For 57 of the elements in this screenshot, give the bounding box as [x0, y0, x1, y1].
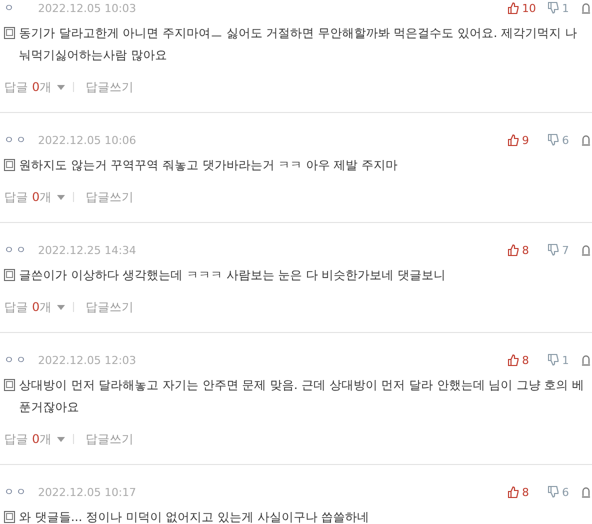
dislike-button[interactable]: 1: [548, 2, 569, 14]
comment-date: 2022.12.05 12:03: [38, 354, 136, 366]
like-button[interactable]: 8: [508, 354, 529, 366]
alarm-icon[interactable]: [582, 244, 590, 256]
alarm-icon[interactable]: [582, 134, 590, 146]
caret-icon: [56, 436, 65, 442]
alarm-icon[interactable]: [582, 486, 590, 498]
thumbs-up-icon: [508, 244, 519, 256]
author-name: ㅇ: [4, 2, 17, 15]
write-reply-link[interactable]: 답글쓰기: [86, 298, 134, 316]
comment-date: 2022.12.05 10:03: [38, 2, 136, 14]
author-name: ㅇㅇ: [4, 244, 29, 257]
write-reply-link[interactable]: 답글쓰기: [86, 78, 134, 96]
thumbs-down-icon: [548, 2, 559, 14]
alarm-icon[interactable]: [582, 354, 590, 366]
thumbs-up-icon: [508, 134, 519, 146]
comment-text: 와 댓글들... 정이나 미덕이 없어지고 있는게 사실이구나 씁쓸하네: [19, 509, 370, 524]
comment-text: 글쓴이가 이상하다 생각했는데 ㅋㅋㅋ 사람보는 눈은 다 비슷한가보네 댓글보니: [19, 267, 446, 284]
write-reply-link[interactable]: 답글쓰기: [86, 430, 134, 448]
replies-toggle[interactable]: 답글 0개: [4, 430, 65, 448]
like-button[interactable]: 8: [508, 486, 529, 498]
document-icon: [4, 511, 15, 523]
replies-toggle[interactable]: 답글 0개: [4, 298, 65, 316]
author-name: ㅇㅇ: [4, 354, 29, 367]
dislike-button[interactable]: 6: [548, 134, 569, 146]
comment-text: 상대방이 먼저 달라해놓고 자기는 안주면 문제 맞음. 근데 상대방이 먼저 달라 안했는데 님이 그냥 호의 베푼거잖아요: [19, 377, 586, 416]
alarm-icon[interactable]: [582, 2, 590, 14]
document-icon: [4, 269, 15, 281]
like-button[interactable]: 8: [508, 244, 529, 256]
replies-toggle[interactable]: 답글 0개: [4, 78, 65, 96]
thumbs-down-icon: [548, 244, 559, 256]
document-icon: [4, 27, 15, 39]
caret-icon: [56, 84, 65, 90]
comment-date: 2022.12.05 10:17: [38, 486, 136, 498]
thumbs-up-icon: [508, 486, 519, 498]
thumbs-down-icon: [548, 134, 559, 146]
caret-icon: [56, 304, 65, 310]
document-icon: [4, 159, 15, 171]
like-button[interactable]: 10: [508, 2, 536, 14]
comment-date: 2022.12.05 10:06: [38, 134, 136, 146]
author-name: ㅇㅇ: [4, 486, 29, 499]
replies-toggle[interactable]: 답글 0개: [4, 188, 65, 206]
thumbs-down-icon: [548, 486, 559, 498]
dislike-button[interactable]: 1: [548, 354, 569, 366]
caret-icon: [56, 194, 65, 200]
write-reply-link[interactable]: 답글쓰기: [86, 188, 134, 206]
thumbs-down-icon: [548, 354, 559, 366]
thumbs-up-icon: [508, 2, 519, 14]
comment-date: 2022.12.25 14:34: [38, 244, 136, 256]
dislike-button[interactable]: 6: [548, 486, 569, 498]
like-button[interactable]: 9: [508, 134, 529, 146]
comment-text: 동기가 달라고한게 아니면 주지마여ㅡ 싫어도 거절하면 무안해할까봐 먹은걸수도 있어요. 제각기먹지 나눠먹기싫어하는사람 많아요: [19, 25, 578, 64]
comment-text: 원하지도 않는거 꾸역꾸역 줘놓고 댓가바라는거 ㅋㅋ 아우 제발 주지마: [19, 157, 398, 174]
dislike-button[interactable]: 7: [548, 244, 569, 256]
author-name: ㅇㅇ: [4, 134, 29, 147]
document-icon: [4, 379, 15, 391]
thumbs-up-icon: [508, 354, 519, 366]
